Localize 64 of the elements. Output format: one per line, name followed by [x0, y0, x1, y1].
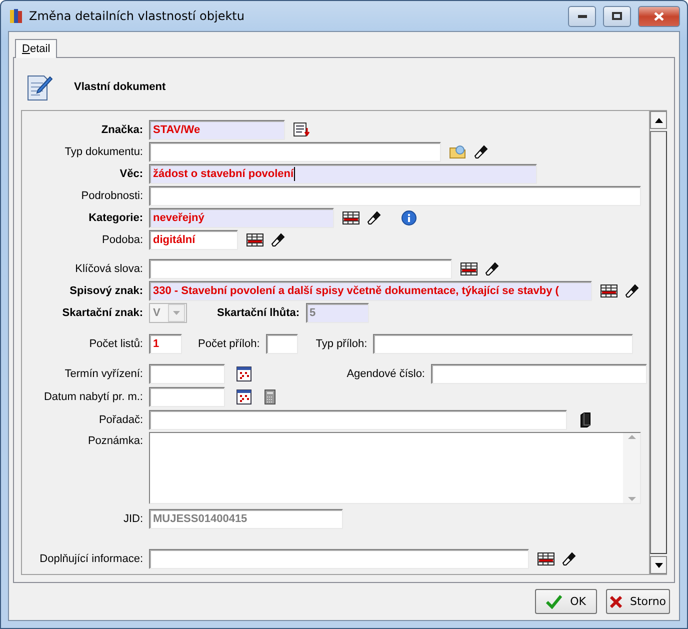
field-label: JID: — [122, 513, 143, 525]
ok-button[interactable]: OK — [535, 589, 597, 614]
input-field[interactable] — [149, 259, 452, 279]
field-label: Doplňující informace: — [38, 553, 143, 565]
maximize-button[interactable] — [603, 6, 631, 26]
input-field[interactable] — [149, 364, 225, 384]
window-title: Změna detailních vlastností objektu — [29, 9, 246, 23]
input-field[interactable]: neveřejný — [149, 208, 334, 228]
close-button[interactable] — [638, 6, 680, 26]
field-label: Skartační znak: — [61, 307, 143, 319]
field-label: Spisový znak: — [68, 285, 143, 297]
maximize-icon — [612, 12, 622, 20]
info-icon[interactable] — [400, 210, 418, 226]
scroll-up-icon[interactable] — [654, 118, 662, 122]
list-icon[interactable] — [293, 122, 311, 138]
field-label: Kategorie: — [88, 212, 143, 224]
field-label: Věc: — [118, 168, 143, 180]
input-field[interactable] — [149, 410, 567, 430]
input-field[interactable] — [149, 387, 225, 407]
tab[interactable]: Detail — [15, 39, 58, 58]
field-label: Podrobnosti: — [80, 190, 143, 202]
input-field[interactable] — [149, 142, 441, 162]
table-icon[interactable] — [537, 551, 555, 567]
input-field[interactable]: žádost o stavební povolení — [149, 164, 537, 184]
field-label: Počet příloh: — [198, 338, 260, 350]
input-field[interactable]: 330 - Stavební povolení a další spisy včetně dokumentace, týkající se stavby ( — [149, 281, 592, 301]
section-title: Vlastní dokument — [74, 81, 166, 93]
field-label: Typ dokumentu: — [64, 146, 143, 158]
table-icon[interactable] — [600, 283, 618, 299]
checkmark-icon — [546, 594, 562, 608]
field-label: Skartační lhůta: — [217, 307, 300, 319]
input-field[interactable] — [431, 364, 647, 384]
input-field[interactable]: STAV/We — [149, 120, 285, 140]
field-label: Značka: — [100, 124, 143, 136]
field-label: Počet listů: — [88, 338, 143, 350]
field-label: Podoba: — [101, 234, 143, 246]
minimize-icon — [578, 14, 586, 18]
table-icon[interactable] — [342, 210, 360, 226]
books-icon — [8, 8, 24, 24]
scrollbar[interactable] — [649, 111, 667, 574]
field-label: Termín vyřízení: — [64, 368, 143, 380]
field-label: Pořadač: — [98, 414, 143, 426]
minimize-button[interactable] — [568, 6, 596, 26]
scroll-down-icon[interactable] — [654, 562, 662, 568]
input-field[interactable] — [266, 334, 298, 354]
input-field[interactable] — [373, 334, 634, 354]
calendar-icon[interactable] — [235, 389, 253, 405]
input-field[interactable]: 1 — [149, 334, 182, 354]
table-icon[interactable] — [460, 261, 478, 277]
input-field[interactable]: digitální — [149, 230, 238, 250]
field-label: Datum nabytí pr. m.: — [42, 391, 143, 403]
folder-icon[interactable] — [449, 144, 467, 160]
input-field[interactable] — [149, 186, 641, 206]
cross-icon — [610, 596, 622, 608]
field-label: Agendové číslo: — [346, 368, 425, 380]
calendar-icon[interactable] — [235, 366, 253, 382]
field-label: Klíčová slova: — [74, 263, 143, 275]
close-icon — [654, 12, 664, 20]
cancel-button[interactable]: Storno — [606, 589, 670, 614]
caret-icon — [173, 311, 180, 315]
field-label: Poznámka: — [86, 434, 143, 447]
table-icon[interactable] — [246, 232, 264, 248]
field-label: Typ příloh: — [316, 338, 368, 350]
input-field[interactable] — [149, 549, 529, 569]
